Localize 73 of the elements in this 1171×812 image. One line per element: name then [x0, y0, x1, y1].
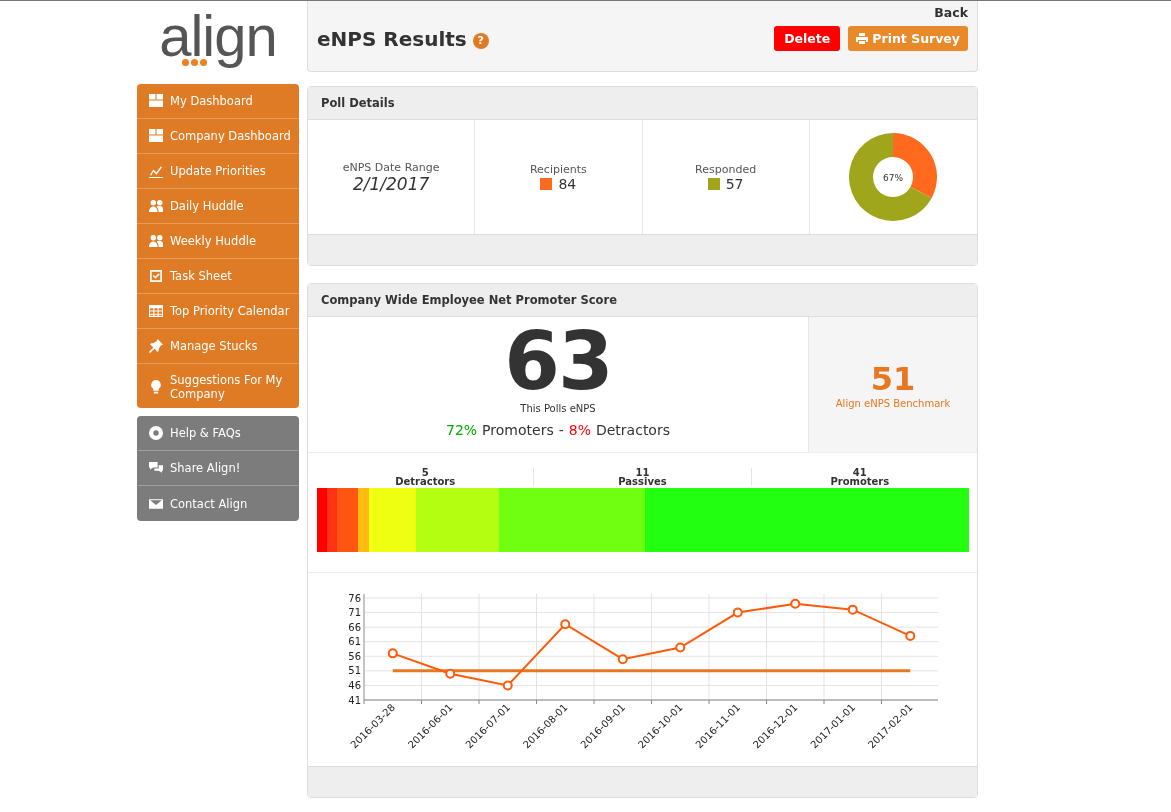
stat-label: Recipients [529, 162, 587, 176]
separator: - [558, 422, 564, 438]
y-tick-label: 61 [348, 636, 361, 648]
menu-icon [149, 94, 163, 108]
menu-icon [149, 339, 163, 353]
y-tick-label: 66 [348, 621, 361, 633]
y-tick-label: 76 [348, 592, 361, 604]
group-label: Detractors [395, 477, 456, 486]
menu-icon [149, 164, 163, 178]
y-tick-label: 71 [348, 607, 361, 619]
menu-icon [149, 496, 163, 511]
sidebar-item[interactable]: My Dashboard [137, 84, 299, 119]
sidebar-item[interactable]: Top Priority Calendar [137, 294, 299, 329]
sidebar-item[interactable]: Company Dashboard [137, 119, 299, 154]
stat-value: 84 [558, 175, 577, 192]
menu-icon [149, 461, 163, 475]
stat-value: 57 [725, 175, 744, 192]
y-tick-label: 46 [348, 679, 361, 691]
sidebar-item[interactable]: Daily Huddle [137, 189, 299, 224]
sidebar-item[interactable]: Manage Stucks [137, 329, 299, 364]
y-tick-label: 56 [348, 650, 361, 662]
sidebar-item[interactable]: Update Priorities [137, 154, 299, 189]
date-value: 2/1/2017 [352, 173, 430, 194]
sidebar-item[interactable]: Contact Align [137, 486, 299, 521]
y-tick-label: 51 [348, 665, 361, 677]
score-caption: This Polls eNPS [520, 403, 596, 414]
menu-icon [149, 199, 163, 213]
stat-label: eNPS Date Range [342, 160, 440, 174]
point [732, 607, 743, 618]
promoters-percent: 72% [446, 422, 478, 438]
menu-icon [149, 269, 163, 283]
group-label: Passives [618, 477, 667, 486]
point [847, 604, 858, 615]
menu-icon [149, 380, 163, 394]
detractors-percent: 8% [568, 422, 591, 438]
group-count: 5 [421, 468, 429, 477]
sidebar-item[interactable]: Help & FAQs [137, 416, 299, 451]
sidebar-item[interactable]: Task Sheet [137, 259, 299, 294]
enps-score: 63 [504, 321, 612, 403]
print-button[interactable]: Print Survey [848, 26, 968, 51]
detractors-label: Detractors [595, 422, 670, 438]
help-icon[interactable]: ? [472, 32, 489, 49]
point [560, 619, 571, 630]
benchmark-label: Align eNPS Benchmark [835, 398, 951, 409]
delete-button[interactable]: Delete [774, 26, 841, 51]
point [445, 668, 456, 679]
menu-icon [149, 426, 163, 440]
group-label: Promoters [830, 477, 890, 486]
sidebar-item[interactable]: Suggestions For My Company [137, 364, 299, 408]
sidebar-item[interactable]: Share Align! [137, 451, 299, 486]
printer-icon [856, 33, 869, 44]
menu-icon [149, 129, 163, 143]
point [617, 654, 628, 665]
menu-icon [149, 304, 163, 318]
point [905, 630, 916, 641]
panel-title: Poll Details [308, 87, 977, 120]
benchmark-value: 51 [870, 360, 916, 398]
back-link[interactable]: Back [317, 5, 968, 20]
page-title: eNPS Results [317, 26, 467, 51]
sidebar-item[interactable]: Weekly Huddle [137, 224, 299, 259]
point [790, 598, 801, 609]
promoters-label: Promoters [482, 422, 554, 438]
menu-icon [149, 234, 163, 248]
group-count: 41 [852, 468, 867, 477]
point [675, 642, 686, 653]
y-tick-label: 41 [348, 694, 361, 706]
stat-label: Responded [695, 162, 757, 176]
point [387, 648, 398, 659]
align-logo: align [158, 2, 278, 70]
panel-title: Company Wide Employee Net Promoter Score [308, 284, 977, 317]
point [502, 680, 513, 691]
group-count: 11 [635, 468, 650, 477]
donut-label: 67% [883, 172, 904, 183]
